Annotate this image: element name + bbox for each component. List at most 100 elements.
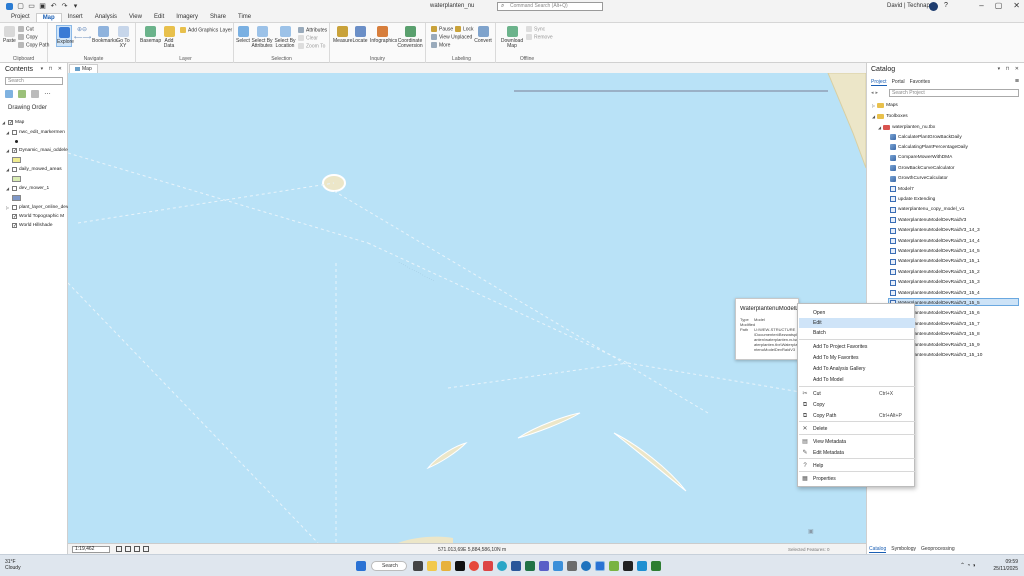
close-icon[interactable]: ✕ [1013, 1, 1020, 10]
check-icon[interactable] [553, 561, 563, 571]
catalog-tree-item[interactable]: WaterplantenuModelDevRaidV3 [890, 216, 966, 224]
teams-icon[interactable] [539, 561, 549, 571]
catalog-pane-controls[interactable]: ▾ ⊓ ✕ [998, 66, 1021, 72]
catalog-tree-item[interactable]: WaterplantenuModelDevRaidV3_15_1 [890, 258, 980, 266]
user-name[interactable]: David | Technaps [887, 3, 933, 9]
context-menu-item-copy[interactable]: ⧉ Copy [799, 400, 915, 410]
tab-analysis[interactable]: Analysis [89, 13, 123, 22]
more-options-icon[interactable]: … [44, 89, 52, 98]
context-menu-item-add-to-my-favorites[interactable]: Add To My Favorites [799, 353, 915, 363]
tab-map[interactable]: Map [35, 13, 62, 22]
taskbar-search[interactable]: Search [371, 561, 407, 571]
pause-button[interactable]: Pause [431, 26, 453, 32]
tab-time[interactable]: Time [232, 13, 257, 22]
nav-small-tools[interactable]: ⊕⊖ ⟵⟶ [74, 26, 91, 42]
redo-icon[interactable]: ↷ [61, 3, 68, 10]
undo-icon[interactable]: ↶ [50, 3, 57, 10]
catalog-tree-item[interactable]: Model7 [890, 185, 914, 193]
view-unplaced-button[interactable]: View Unplaced [431, 34, 472, 40]
bookmarks-button[interactable]: Bookmarks [92, 26, 117, 44]
layer-symbol-swatch[interactable] [12, 195, 21, 201]
cut-button[interactable]: Cut [18, 26, 34, 32]
tab-edit[interactable]: Edit [148, 13, 170, 22]
layer-visibility-checkbox[interactable]: ✓ [8, 120, 13, 126]
word-icon[interactable] [511, 561, 521, 571]
clear-button[interactable]: Clear [298, 35, 318, 41]
select-button[interactable]: Select [236, 26, 250, 44]
tab-view[interactable]: View [123, 13, 148, 22]
list-by-selection-icon[interactable] [31, 90, 39, 98]
help-icon[interactable]: ? [944, 2, 948, 9]
select-by-location-button[interactable]: Select By Location [274, 26, 296, 49]
go-to-xy-button[interactable]: Go To XY [116, 26, 130, 49]
catalog-menu-icon[interactable]: ≡ [1015, 78, 1019, 85]
contents-search-input[interactable]: Search [5, 77, 63, 85]
avatar[interactable] [929, 2, 938, 11]
arcgis-pro-icon[interactable] [581, 561, 591, 571]
catalog-tab-portal[interactable]: Portal [892, 79, 905, 86]
tab-insert[interactable]: Insert [62, 13, 89, 22]
open-project-icon[interactable]: ▭ [28, 3, 35, 10]
tab-share[interactable]: Share [204, 13, 232, 22]
context-menu-item-edit[interactable]: Edit [799, 318, 915, 328]
system-tray[interactable]: ⌃ ◔ ◑ [960, 562, 976, 569]
download-map-button[interactable]: Download Map [500, 26, 524, 49]
context-menu-item-delete[interactable]: ✕ Delete [799, 424, 915, 434]
context-menu-item-cut[interactable]: ✂ Cut Ctrl+X [799, 389, 915, 399]
copy-path-button[interactable]: Copy Path [18, 42, 49, 48]
context-menu-item-add-to-project-favorites[interactable]: Add To Project Favorites [799, 342, 915, 352]
contents-pane-controls[interactable]: ▾ ⊓ ✕ [41, 66, 64, 72]
expand-icon[interactable]: ▷ [872, 103, 875, 108]
media-icon[interactable] [483, 561, 493, 571]
context-menu-item-edit-metadata[interactable]: ✎ Edit Metadata [799, 448, 915, 458]
scale-selector[interactable]: 1:19,462 [72, 546, 110, 553]
layer-visibility-checkbox[interactable]: ✓ [12, 223, 17, 229]
layer-row[interactable]: ◢ dev_mower_1 [6, 186, 49, 191]
lock-button[interactable]: Lock [455, 26, 474, 32]
file-explorer-icon[interactable] [427, 561, 437, 571]
context-menu-item-copy-path[interactable]: ⧉ Copy Path Ctrl+Alt+P [799, 411, 915, 421]
catalog-search-input[interactable]: Search Project [889, 89, 1019, 97]
catalog-nav-icons[interactable]: ◂▸ [871, 90, 880, 96]
selected-features[interactable]: Selected Features: 0 [788, 547, 830, 552]
layer-visibility-checkbox[interactable] [12, 167, 17, 172]
weather-widget[interactable]: 31°F Cloudy [5, 559, 21, 571]
sync-button[interactable]: Sync [526, 26, 545, 32]
context-menu-item-open[interactable]: Open [799, 308, 915, 318]
measure-button[interactable]: Measure [333, 26, 352, 44]
catalog-tree-item[interactable]: CalculatingPlantPercentageDaily [890, 143, 968, 151]
edge-icon[interactable] [497, 561, 507, 571]
convert-button[interactable]: Convert [474, 26, 492, 44]
layer-row[interactable]: ◢ daily_mowed_areas [6, 167, 62, 172]
catalog-tab-favorites[interactable]: Favorites [910, 79, 931, 86]
new-project-icon[interactable]: ▢ [17, 3, 24, 10]
tab-project[interactable]: Project [5, 13, 36, 22]
add-data-button[interactable]: Add Data [160, 26, 178, 49]
qgis-icon[interactable] [609, 561, 619, 571]
catalog-tree-item[interactable]: ◢ Toolboxes [872, 112, 908, 120]
catalog-tree-item[interactable]: GrowBackCurveCalculator [890, 164, 955, 172]
select-by-attributes-button[interactable]: Select By Attributes [251, 26, 273, 49]
catalog-tree-item[interactable]: WaterplantenuModelDevRaidV3_14_3 [890, 227, 980, 235]
catalog-tree-item[interactable]: CalculatePlantGrowBackDaily [890, 133, 962, 141]
catalog-tree-item[interactable]: WaterplantenuModelDevRaidV3_15_3 [890, 279, 980, 287]
layer-row[interactable]: ◢ ✓ Dynamic_maai_oddelen [6, 148, 70, 154]
snapping-icon[interactable] [125, 546, 131, 552]
coordinate-conversion-button[interactable]: Coordinate Conversion [396, 26, 424, 49]
maximize-icon[interactable]: ▢ [995, 1, 1003, 10]
bottom-tab-catalog[interactable]: Catalog [869, 546, 887, 553]
start-icon[interactable] [356, 561, 366, 571]
zoom-icon[interactable] [143, 546, 149, 552]
layer-row[interactable]: ✓ World Topographic M [6, 214, 64, 220]
minimize-icon[interactable]: – [979, 1, 983, 10]
task-view-icon[interactable] [413, 561, 423, 571]
tab-imagery[interactable]: Imagery [170, 13, 204, 22]
catalog-tree-item[interactable]: ◢ waterplanten_nu.tbx [878, 123, 935, 131]
infographics-button[interactable]: Infographics [370, 26, 397, 44]
layer-symbol-swatch[interactable] [12, 157, 21, 163]
context-menu-item-add-to-model[interactable]: Add To Model [799, 375, 915, 385]
grid-icon[interactable] [116, 546, 122, 552]
command-search-input[interactable]: Command Search (Alt+Q) [497, 2, 603, 11]
explore-button[interactable]: Explore [56, 25, 74, 47]
save-icon[interactable]: ▣ [39, 3, 46, 10]
